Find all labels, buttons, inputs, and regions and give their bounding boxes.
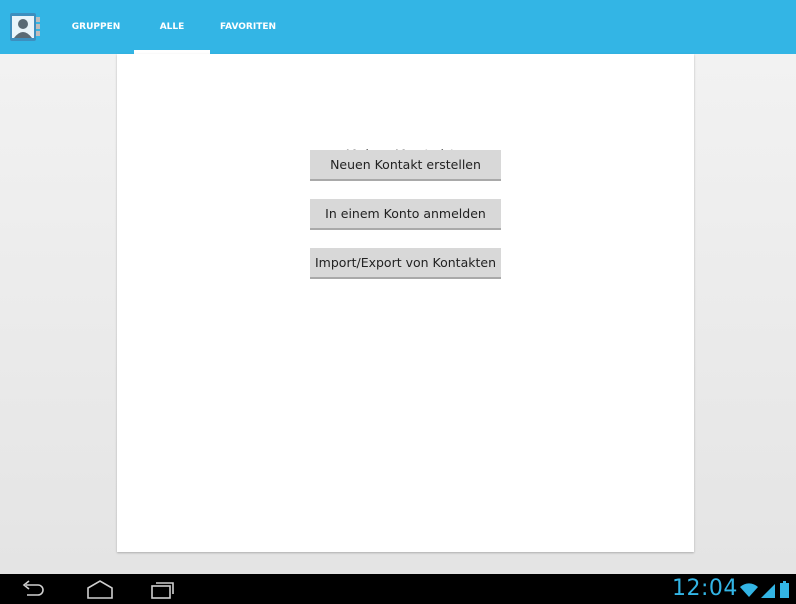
status-clock: 12:04: [672, 576, 738, 601]
tab-label: GRUPPEN: [71, 22, 121, 32]
action-bar: GRUPPEN ALLE FAVORITEN: [0, 0, 796, 54]
create-contact-button[interactable]: Neuen Kontakt erstellen: [310, 150, 501, 181]
import-export-button[interactable]: Import/Export von Kontakten: [310, 248, 501, 279]
signal-icon: [761, 584, 775, 598]
back-icon[interactable]: [20, 578, 46, 600]
wifi-icon: [740, 583, 758, 597]
empty-contacts-panel: Keine Kontakte Neuen Kontakt erstellen I…: [117, 54, 694, 552]
sign-in-account-button[interactable]: In einem Konto anmelden: [310, 199, 501, 230]
tab-favoriten[interactable]: FAVORITEN: [210, 0, 286, 54]
contacts-app-icon[interactable]: [9, 11, 41, 43]
system-bar: 12:04: [0, 574, 796, 604]
recent-apps-icon[interactable]: [148, 578, 176, 600]
tab-label: ALLE: [159, 22, 185, 32]
home-icon[interactable]: [84, 578, 116, 600]
battery-icon: [780, 581, 789, 598]
tab-gruppen[interactable]: GRUPPEN: [58, 0, 134, 54]
tab-alle[interactable]: ALLE: [134, 0, 210, 54]
tab-label: FAVORITEN: [219, 22, 277, 32]
